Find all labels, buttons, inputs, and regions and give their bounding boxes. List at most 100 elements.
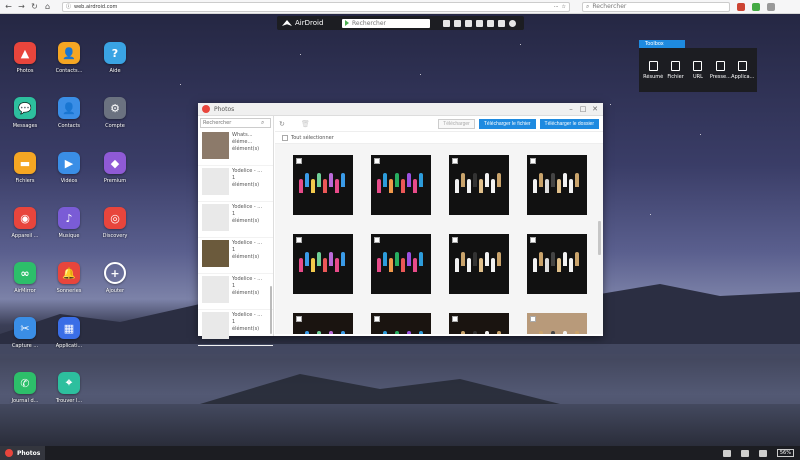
- home-icon[interactable]: ⌂: [43, 2, 52, 11]
- more-icon[interactable]: ···: [554, 4, 559, 10]
- bell-icon[interactable]: [476, 19, 483, 27]
- airdroid-search-box[interactable]: [342, 18, 430, 28]
- photo-grid-scrollbar[interactable]: [598, 221, 601, 255]
- desktop-app-premium[interactable]: ◆ Premium: [93, 152, 137, 184]
- desktop-app-add[interactable]: + Ajouter: [93, 262, 137, 294]
- toolbox-items: Résumé Fichier URL Presse... Applica...: [639, 48, 757, 92]
- signal-icon[interactable]: [758, 449, 767, 457]
- refresh-icon[interactable]: ↻: [279, 120, 285, 128]
- album-search-box[interactable]: ⌕: [200, 118, 271, 128]
- screen-icon[interactable]: [722, 449, 731, 457]
- toolbox-item[interactable]: Applica...: [731, 60, 754, 80]
- photo-checkbox[interactable]: [296, 158, 302, 164]
- photo-checkbox[interactable]: [530, 316, 536, 322]
- mail-icon[interactable]: [454, 19, 461, 27]
- desktop-app-airmirror[interactable]: ∞ AirMirror: [3, 262, 47, 294]
- lake-reflection: [0, 344, 800, 404]
- album-item[interactable]: Yodelice - ... 1 élément(s): [198, 238, 273, 274]
- address-bar[interactable]: ⓘ web.airdroid.com ··· ☆: [62, 1, 570, 12]
- desktop-app-files[interactable]: ▬ Fichiers: [3, 152, 47, 184]
- toolbox-item[interactable]: Presse...: [709, 60, 731, 80]
- reload-icon[interactable]: ↻: [30, 2, 39, 11]
- window-title-bar[interactable]: Photos – □ ✕: [198, 103, 603, 116]
- photo-checkbox[interactable]: [374, 316, 380, 322]
- album-item[interactable]: Yodelice - ... 1 élément(s): [198, 310, 273, 346]
- photo-checkbox[interactable]: [374, 237, 380, 243]
- close-icon[interactable]: ✕: [591, 105, 599, 113]
- album-item[interactable]: Whats... éléme... élément(s): [198, 130, 273, 166]
- photo-thumbnail[interactable]: [293, 155, 353, 215]
- browser-search-box[interactable]: ⌕ Rechercher: [582, 1, 730, 12]
- photo-checkbox[interactable]: [452, 237, 458, 243]
- photo-checkbox[interactable]: [530, 158, 536, 164]
- desktop-app-videos[interactable]: ▶ Vidéos: [47, 152, 91, 184]
- photo-thumbnail[interactable]: [371, 234, 431, 294]
- select-all-checkbox[interactable]: [282, 134, 288, 141]
- extension-icon[interactable]: [737, 2, 745, 11]
- album-name: Yodelice - ...: [232, 204, 263, 210]
- photo-checkbox[interactable]: [530, 237, 536, 243]
- forward-icon[interactable]: →: [17, 2, 26, 11]
- airdroid-search-input[interactable]: [352, 19, 422, 27]
- photo-thumbnail[interactable]: [371, 313, 431, 334]
- toolbox-item[interactable]: Résumé: [642, 60, 664, 80]
- sidebar-scrollbar[interactable]: [270, 286, 272, 334]
- photo-image: [299, 171, 347, 199]
- album-item[interactable]: Yodelice - ... 1 élément(s): [198, 166, 273, 202]
- desktop-app-photos[interactable]: ▲ Photos: [3, 42, 47, 74]
- desktop-app-findphone[interactable]: ⌖ Trouver l...: [47, 372, 91, 404]
- settings-icon[interactable]: [487, 19, 494, 27]
- photo-thumbnail[interactable]: [527, 313, 587, 334]
- desktop-app-ringtone[interactable]: 🔔 Sonneries: [47, 262, 91, 294]
- back-icon[interactable]: ←: [4, 2, 13, 11]
- desktop-app-account[interactable]: ⚙ Compte: [93, 97, 137, 129]
- photo-checkbox[interactable]: [452, 158, 458, 164]
- phone-call-icon[interactable]: [465, 19, 472, 27]
- photo-thumbnail[interactable]: [527, 155, 587, 215]
- photo-thumbnail[interactable]: [449, 155, 509, 215]
- extension-icon[interactable]: [752, 2, 760, 11]
- download-button[interactable]: Télécharger: [438, 118, 475, 129]
- desktop-app-contacts[interactable]: 👤 Contacts...: [47, 42, 91, 74]
- maximize-icon[interactable]: □: [579, 105, 587, 113]
- photo-checkbox[interactable]: [374, 158, 380, 164]
- search-icon[interactable]: ⌕: [261, 119, 264, 127]
- album-item[interactable]: Yodelice - ... 1 élément(s): [198, 274, 273, 310]
- edit-icon[interactable]: [498, 19, 505, 27]
- download-file-button[interactable]: Télécharger le fichier: [478, 118, 536, 129]
- delete-icon[interactable]: 🗑: [301, 120, 310, 128]
- desktop-app-discovery[interactable]: ◎ Discovery: [93, 207, 137, 239]
- wifi-icon[interactable]: [740, 449, 749, 457]
- select-all-row[interactable]: Tout sélectionner: [275, 132, 603, 144]
- taskbar-photos-app[interactable]: Photos: [0, 446, 46, 460]
- toolbox-item[interactable]: URL: [687, 60, 709, 80]
- photo-checkbox[interactable]: [296, 316, 302, 322]
- album-search-input[interactable]: [203, 120, 261, 126]
- desktop-app-contacts-book[interactable]: 👤 Contacts: [47, 97, 91, 129]
- photo-thumbnail[interactable]: [371, 155, 431, 215]
- desktop-app-music[interactable]: ♪ Musique: [47, 207, 91, 239]
- minimize-icon[interactable]: –: [567, 105, 575, 113]
- desktop-app-label: Appareil ...: [11, 233, 39, 239]
- photo-thumbnail[interactable]: [449, 234, 509, 294]
- toolbox-item[interactable]: Fichier: [665, 60, 687, 80]
- toolbox-title[interactable]: Toolbox: [639, 40, 685, 48]
- desktop-app-screenshot[interactable]: ✂ Capture ...: [3, 317, 47, 349]
- photo-thumbnail[interactable]: [293, 234, 353, 294]
- photo-thumbnail[interactable]: [449, 313, 509, 334]
- tshirt-icon[interactable]: [443, 19, 450, 27]
- desktop-app-calllog[interactable]: ✆ Journal d...: [3, 372, 47, 404]
- power-icon[interactable]: [509, 19, 516, 27]
- desktop-app-messages[interactable]: 💬 Messages: [3, 97, 47, 129]
- album-item[interactable]: Yodelice - ... 1 élément(s): [198, 202, 273, 238]
- download-folder-button[interactable]: Télécharger le dossier: [539, 118, 599, 129]
- desktop-app-help[interactable]: ? Aide: [93, 42, 137, 74]
- photo-thumbnail[interactable]: [293, 313, 353, 334]
- desktop-app-apps[interactable]: ▦ Applicati...: [47, 317, 91, 349]
- photo-checkbox[interactable]: [452, 316, 458, 322]
- bookmark-star-icon[interactable]: ☆: [562, 4, 566, 10]
- photo-thumbnail[interactable]: [527, 234, 587, 294]
- menu-icon[interactable]: [767, 2, 775, 11]
- photo-checkbox[interactable]: [296, 237, 302, 243]
- desktop-app-camera[interactable]: ◉ Appareil ...: [3, 207, 47, 239]
